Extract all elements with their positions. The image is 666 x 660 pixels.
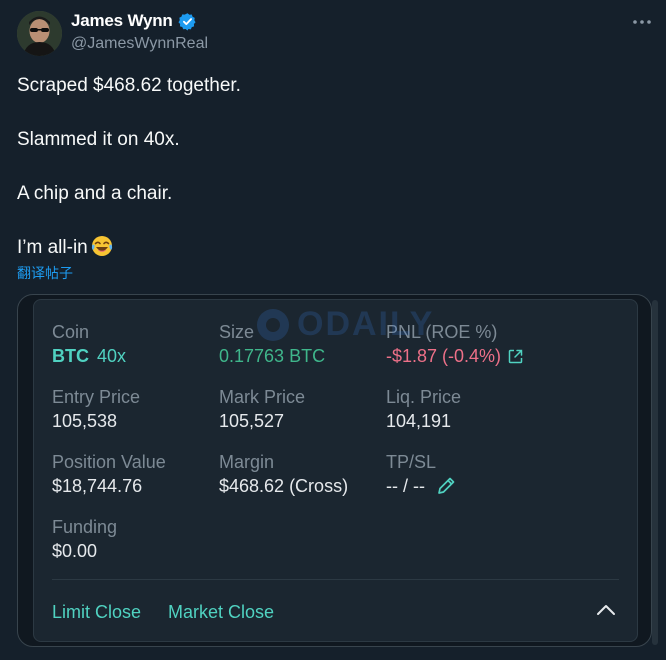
liq-price-field: Liq. Price 104,191 — [386, 386, 556, 432]
tweet-text: Scraped $468.62 together. Slammed it on … — [17, 72, 637, 261]
mark-price-field: Mark Price 105,527 — [219, 386, 389, 432]
tweet-line: Scraped $468.62 together. — [17, 75, 241, 96]
pnl-value-row: -$1.87 (-0.4%) — [386, 345, 524, 367]
share-external-icon[interactable] — [507, 348, 524, 365]
mark-price-value: 105,527 — [219, 411, 285, 431]
margin-field: Margin $468.62 (Cross) — [219, 451, 389, 497]
verified-badge-icon — [178, 12, 197, 31]
avatar-image — [17, 11, 62, 56]
card-divider — [52, 579, 619, 580]
entry-price-value: 105,538 — [52, 411, 118, 431]
face-with-tears-of-joy-icon — [91, 235, 113, 257]
size-value: 0.17763 BTC — [219, 346, 326, 366]
tweet-line: A chip and a chair. — [17, 183, 173, 204]
liq-price-label: Liq. Price — [386, 387, 462, 407]
funding-label: Funding — [52, 517, 118, 537]
author-display-name[interactable]: James Wynn — [71, 11, 173, 31]
media-scrollbar — [652, 300, 658, 645]
pnl-field: PNL (ROE %) -$1.87 (-0.4%) — [386, 321, 616, 367]
pnl-label: PNL (ROE %) — [386, 322, 498, 342]
entry-price-field: Entry Price 105,538 — [52, 386, 222, 432]
margin-label: Margin — [219, 452, 275, 472]
mark-price-label: Mark Price — [219, 387, 306, 407]
pnl-value: -$1.87 (-0.4%) — [386, 346, 502, 366]
author-name-row[interactable]: James Wynn — [71, 11, 197, 31]
size-label: Size — [219, 322, 255, 342]
limit-close-button[interactable]: Limit Close — [52, 601, 141, 623]
avatar[interactable] — [17, 11, 62, 56]
position-value-value: $18,744.76 — [52, 476, 143, 496]
entry-price-label: Entry Price — [52, 387, 141, 407]
tpsl-value-row: -- / -- — [386, 475, 457, 497]
translate-post-link[interactable]: 翻译帖子 — [17, 263, 73, 283]
chevron-up-icon[interactable] — [595, 602, 617, 618]
coin-field: Coin BTC 40x — [52, 321, 222, 367]
position-value-label: Position Value — [52, 452, 166, 472]
market-close-button[interactable]: Market Close — [168, 601, 274, 623]
size-field: Size 0.17763 BTC — [219, 321, 389, 367]
coin-symbol: BTC — [52, 346, 89, 366]
position-value-field: Position Value $18,744.76 — [52, 451, 222, 497]
tweet-line: Slammed it on 40x. — [17, 129, 180, 150]
tpsl-value: -- / -- — [386, 476, 425, 496]
tweet-line: I’m all-in — [17, 237, 88, 258]
margin-value: $468.62 (Cross) — [219, 476, 349, 496]
tweet: James Wynn @JamesWynnReal Scraped $468.6… — [0, 0, 666, 660]
more-options-icon[interactable] — [630, 12, 654, 32]
author-handle[interactable]: @JamesWynnReal — [71, 35, 208, 53]
coin-label: Coin — [52, 322, 90, 342]
edit-pencil-icon[interactable] — [435, 475, 457, 497]
funding-field: Funding $0.00 — [52, 516, 222, 562]
funding-value: $0.00 — [52, 541, 98, 561]
tweet-line-last: I’m all-in — [17, 234, 637, 261]
tpsl-label: TP/SL — [386, 452, 437, 472]
coin-value: BTC 40x — [52, 345, 222, 367]
position-card: Coin BTC 40x Size 0.17763 BTC PNL (ROE %)… — [33, 299, 638, 642]
liq-price-value: 104,191 — [386, 411, 452, 431]
tpsl-field: TP/SL -- / -- — [386, 451, 556, 497]
coin-leverage: 40x — [97, 346, 127, 366]
